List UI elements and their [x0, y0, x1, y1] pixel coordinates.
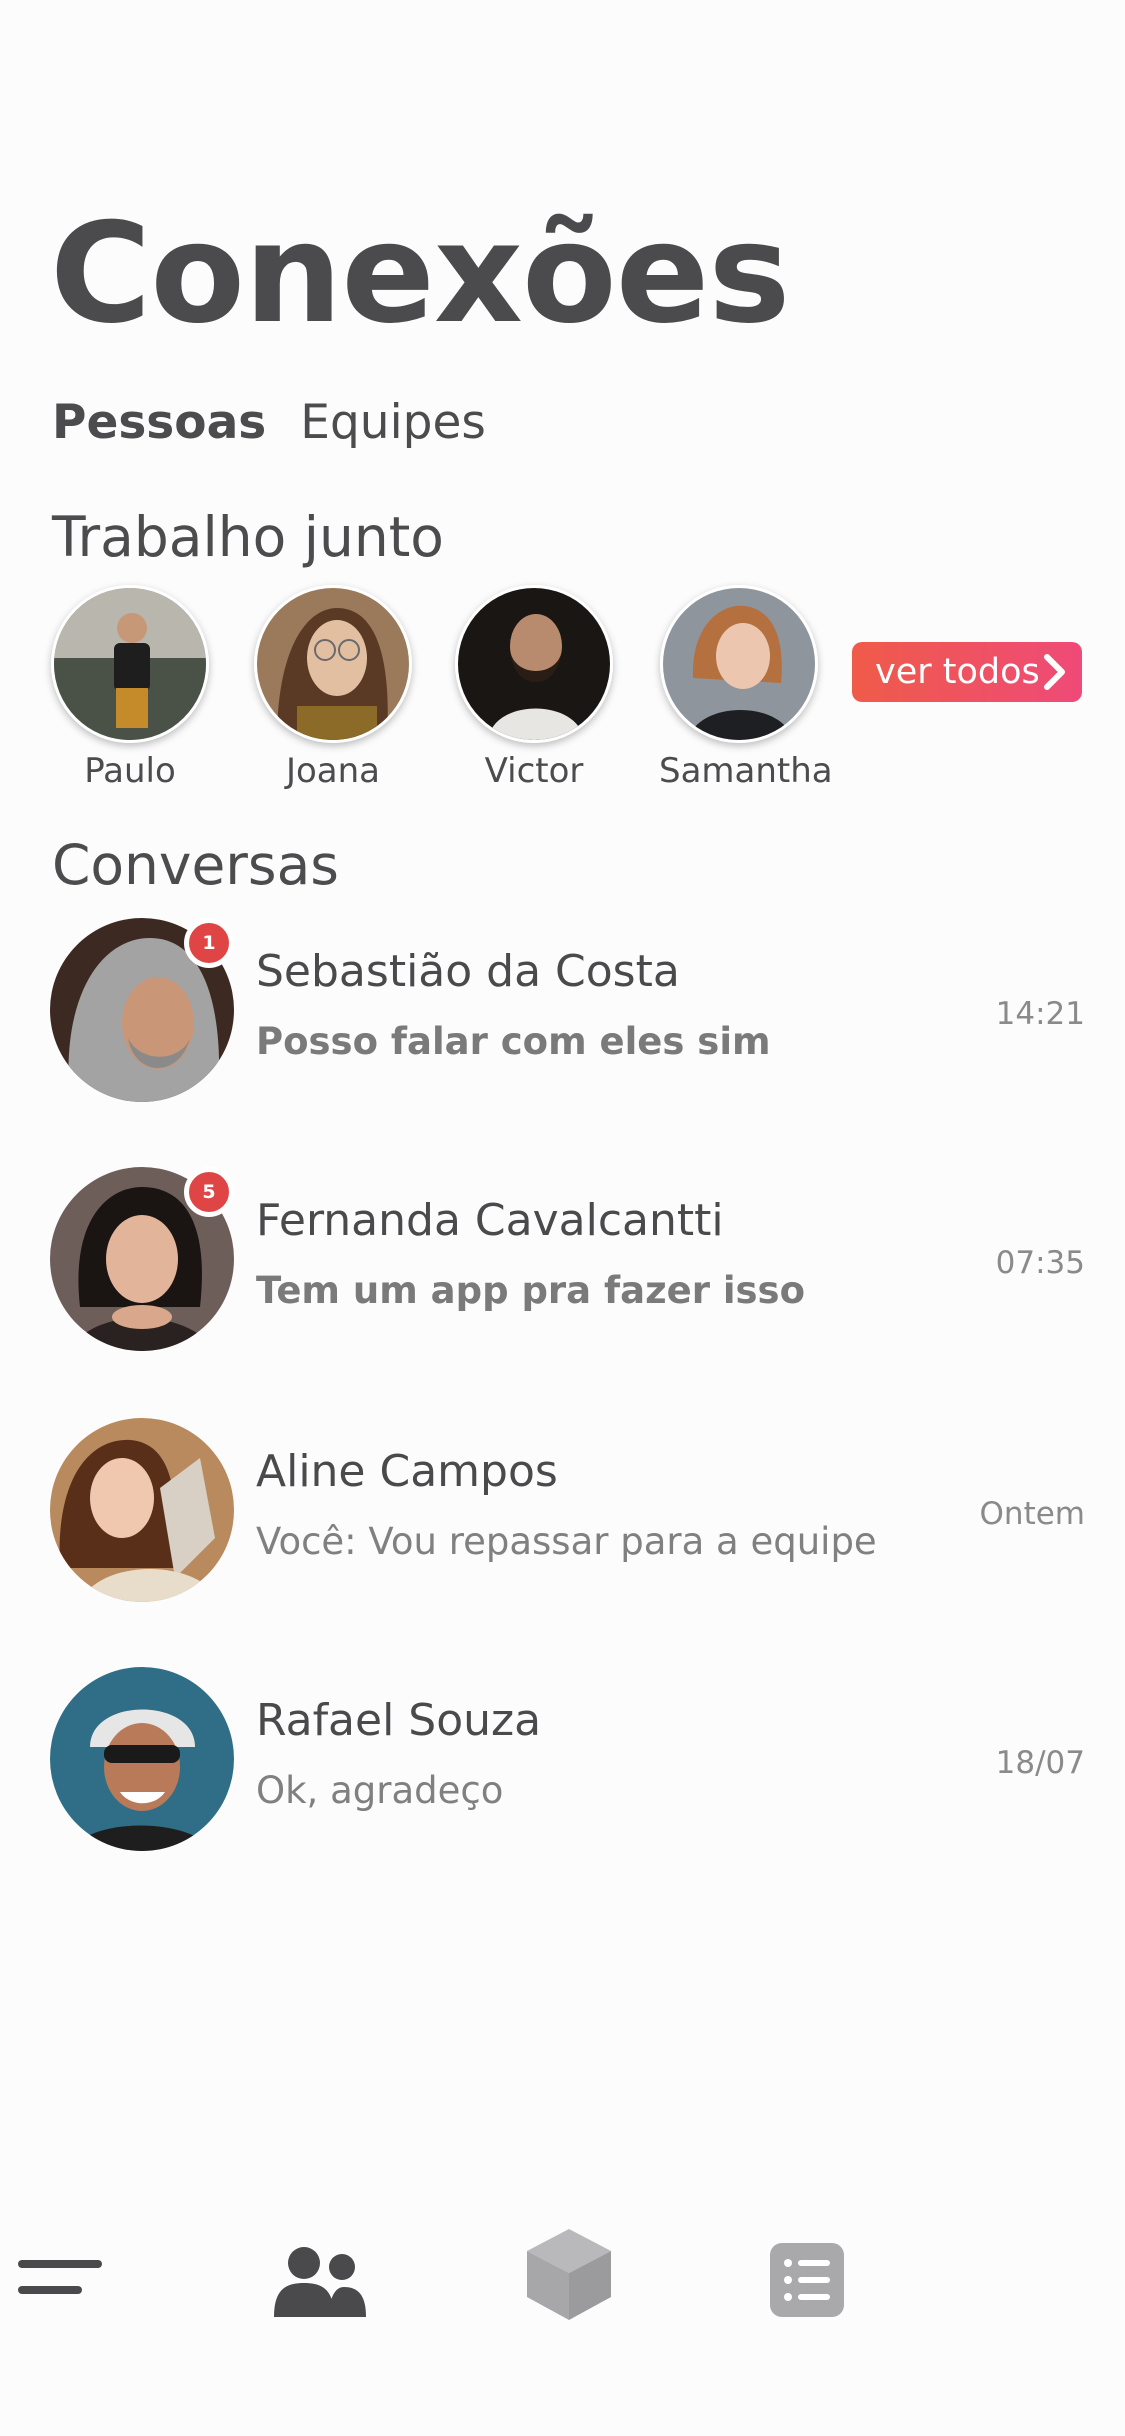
conversation-item[interactable]: 5 Fernanda Cavalcantti Tem um app pra fa… [50, 1167, 1085, 1357]
cube-icon[interactable] [525, 2227, 613, 2326]
avatar [455, 585, 613, 743]
person-name: Joana [285, 751, 381, 791]
last-message: Tem um app pra fazer isso [256, 1269, 806, 1312]
list-icon[interactable] [770, 2243, 844, 2321]
avatar [660, 585, 818, 743]
menu-icon[interactable] [18, 2260, 102, 2304]
last-message: Posso falar com eles sim [256, 1020, 771, 1063]
people-icon[interactable] [274, 2245, 366, 2321]
person-card[interactable]: Samantha [659, 585, 833, 791]
unread-badge: 5 [184, 1167, 234, 1217]
person-card[interactable]: Paulo [50, 585, 210, 791]
unread-badge: 1 [184, 918, 234, 968]
contact-name: Rafael Souza [256, 1695, 542, 1746]
person-card[interactable]: Joana [253, 585, 413, 791]
tab-pessoas[interactable]: Pessoas [52, 395, 266, 450]
tab-bar: Pessoas Equipes [52, 395, 486, 450]
chevron-right-icon [1042, 654, 1068, 699]
conversation-item[interactable]: Rafael Souza Ok, agradeço 18/07 [50, 1667, 1085, 1857]
last-message: Você: Vou repassar para a equipe [256, 1520, 877, 1563]
page-title: Conexões [50, 193, 790, 354]
see-all-button[interactable]: ver todos [852, 642, 1082, 702]
last-message: Ok, agradeço [256, 1769, 504, 1812]
contact-name: Sebastião da Costa [256, 946, 680, 997]
avatar [51, 585, 209, 743]
avatar [50, 1418, 234, 1602]
contact-name: Fernanda Cavalcantti [256, 1195, 724, 1246]
person-name: Samantha [659, 751, 833, 791]
person-name: Victor [484, 751, 584, 791]
avatar [254, 585, 412, 743]
contact-name: Aline Campos [256, 1446, 558, 1497]
section-title-worked-together: Trabalho junto [52, 505, 444, 569]
bottom-navigation [0, 2215, 1125, 2335]
message-time: Ontem [979, 1496, 1085, 1532]
tab-equipes[interactable]: Equipes [300, 395, 486, 450]
message-time: 18/07 [995, 1745, 1085, 1781]
conversation-item[interactable]: Aline Campos Você: Vou repassar para a e… [50, 1418, 1085, 1608]
message-time: 07:35 [995, 1245, 1085, 1281]
section-title-conversations: Conversas [52, 833, 339, 897]
message-time: 14:21 [995, 996, 1085, 1032]
person-card[interactable]: Victor [454, 585, 614, 791]
see-all-label: ver todos [875, 652, 1040, 692]
avatar [50, 1667, 234, 1851]
person-name: Paulo [84, 751, 176, 791]
conversation-item[interactable]: 1 Sebastião da Costa Posso falar com ele… [50, 918, 1085, 1108]
